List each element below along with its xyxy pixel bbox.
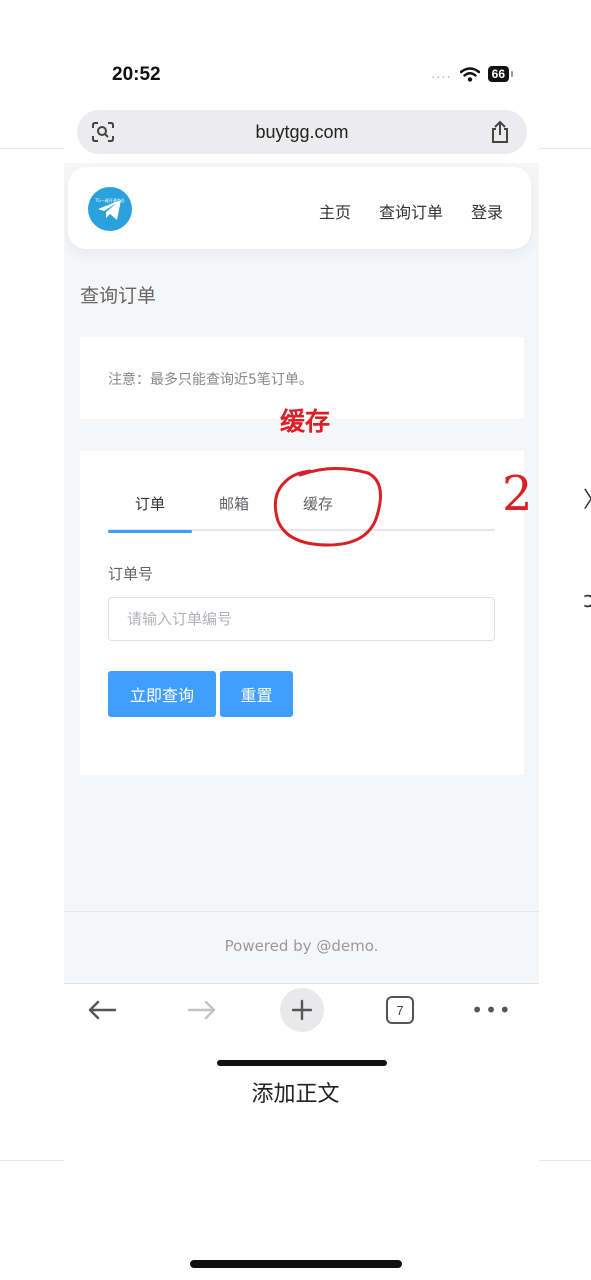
outer-divider-bottom-left [0,1160,64,1161]
cropped-bracket-icon: ↄ [583,588,591,613]
annotation-step-number: 2 [502,466,533,522]
order-number-label: 订单号 [108,565,154,583]
site-logo[interactable]: TG一键开通会员 [88,187,132,231]
more-dots-icon: ••• [471,998,513,1022]
nav-item-login[interactable]: 登录 [471,199,503,223]
tab-email-label: 邮箱 [218,495,249,513]
annotation-cache-label: 缓存 [280,407,331,436]
forward-button[interactable] [180,988,224,1032]
page-title: 查询订单 [80,285,157,307]
tabs-count-icon: 7 [386,996,414,1024]
outer-divider-top-right [539,148,591,149]
footer-text: Powered by @demo. [224,937,379,955]
signal-icon: .... [431,66,452,82]
share-icon[interactable] [489,120,511,148]
main-nav: 主页 查询订单 登录 [319,199,503,223]
browser-toolbar: 7 ••• [64,983,539,1035]
notice-text: 注意：最多只能查询近5笔订单。 [108,372,313,388]
outer-divider-top-left [0,148,64,149]
outer-divider-bottom-right [539,1160,591,1161]
annotation-circle [273,466,382,547]
back-button[interactable] [80,988,124,1032]
tab-email[interactable]: 邮箱 [192,491,276,531]
telegram-plane-icon [98,200,121,220]
address-bar[interactable]: buytgg.com [77,110,527,154]
battery-icon: 66 [487,66,514,82]
nav-item-query-orders[interactable]: 查询订单 [379,199,443,223]
site-header: TG一键开通会员 主页 查询订单 登录 [68,167,531,249]
arrow-left-icon [88,1000,117,1020]
plus-icon [280,988,324,1032]
phone-screen: 20:52 .... 66 buytgg.com TG一键开通会员 主页 查询订… [64,0,539,1075]
active-tab-underline [108,530,192,533]
webview: TG一键开通会员 主页 查询订单 登录 查询订单 注意：最多只能查询近5笔订单。… [64,163,539,983]
caption-text[interactable]: 添加正文 [0,1076,591,1108]
url-text[interactable]: buytgg.com [255,122,348,143]
nav-item-home[interactable]: 主页 [319,199,351,223]
query-now-button[interactable]: 立即查询 [108,671,216,717]
bottom-home-indicator [190,1260,402,1268]
status-icons: .... 66 [431,66,514,82]
more-button[interactable]: ••• [470,988,514,1032]
screenshot-lens-icon[interactable] [91,121,115,147]
reset-button[interactable]: 重置 [220,671,293,717]
tab-order-label: 订单 [134,495,165,513]
new-tab-button[interactable] [280,988,324,1032]
home-indicator [217,1060,387,1066]
order-number-input[interactable] [108,597,495,641]
status-time: 20:52 [112,64,161,85]
tabs-button[interactable]: 7 [378,988,422,1032]
footer-divider [64,911,539,912]
arrow-right-icon [187,1000,216,1020]
wifi-icon [459,66,480,82]
cropped-chevron-icon: 〉 [583,490,591,512]
tab-order[interactable]: 订单 [108,491,192,533]
